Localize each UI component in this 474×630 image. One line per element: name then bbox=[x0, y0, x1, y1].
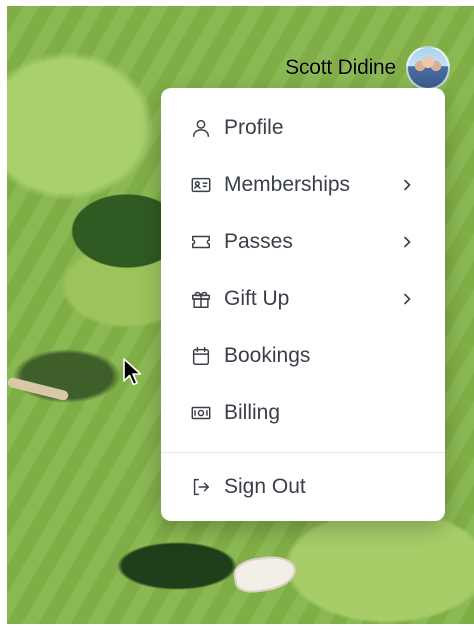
user-icon bbox=[189, 116, 213, 140]
avatar[interactable] bbox=[406, 46, 450, 90]
account-dropdown-menu: Profile Memberships Passes Gift Up Booki… bbox=[161, 88, 445, 521]
menu-item-label: Bookings bbox=[224, 343, 311, 367]
chevron-right-icon bbox=[399, 234, 415, 250]
user-name: Scott Didine bbox=[285, 56, 396, 79]
id-card-icon bbox=[189, 173, 213, 197]
banknote-icon bbox=[189, 401, 213, 425]
menu-item-label: Gift Up bbox=[224, 286, 290, 310]
menu-item-label: Memberships bbox=[224, 172, 351, 196]
sign-out-icon bbox=[189, 475, 213, 499]
user-account-button[interactable]: Scott Didine bbox=[285, 46, 450, 90]
chevron-right-icon bbox=[399, 177, 415, 193]
mouse-cursor-icon bbox=[123, 358, 142, 386]
menu-item-memberships[interactable]: Memberships bbox=[161, 156, 445, 213]
sign-out-button[interactable]: Sign Out bbox=[161, 453, 445, 521]
menu-item-label: Profile bbox=[224, 115, 284, 139]
menu-item-bookings[interactable]: Bookings bbox=[161, 327, 445, 384]
menu-item-passes[interactable]: Passes bbox=[161, 213, 445, 270]
menu-item-profile[interactable]: Profile bbox=[161, 99, 445, 156]
gift-icon bbox=[189, 287, 213, 311]
chevron-right-icon bbox=[399, 291, 415, 307]
sign-out-label: Sign Out bbox=[224, 475, 306, 498]
menu-item-billing[interactable]: Billing bbox=[161, 384, 445, 441]
menu-item-gift-up[interactable]: Gift Up bbox=[161, 270, 445, 327]
ticket-icon bbox=[189, 230, 213, 254]
menu-item-label: Billing bbox=[224, 400, 281, 424]
sand-bunker bbox=[231, 552, 299, 596]
calendar-icon bbox=[189, 344, 213, 368]
menu-item-label: Passes bbox=[224, 229, 293, 253]
cart-path bbox=[7, 376, 70, 402]
